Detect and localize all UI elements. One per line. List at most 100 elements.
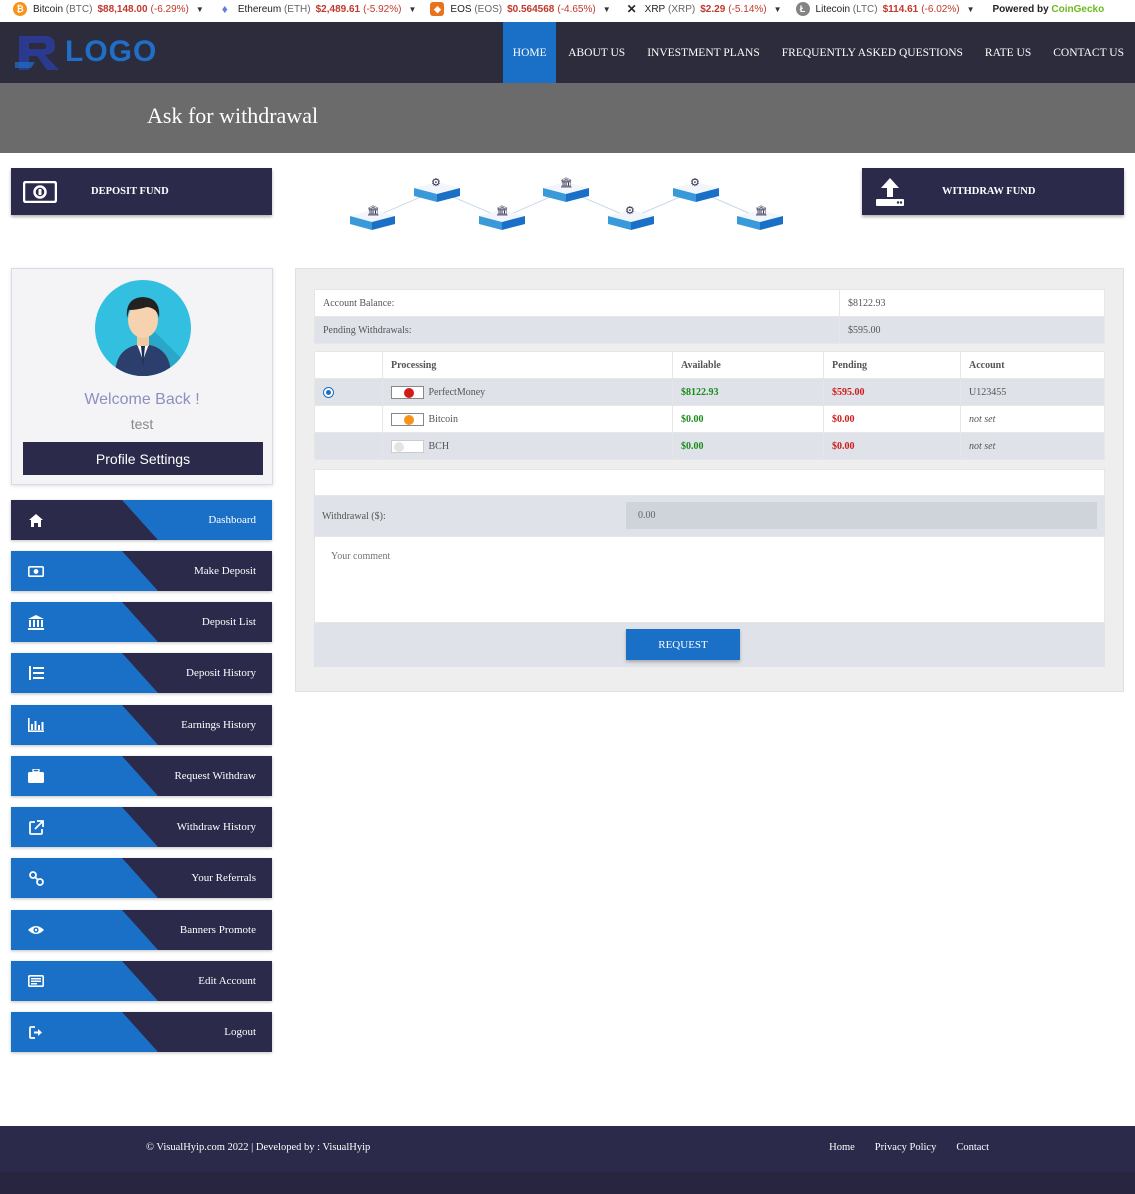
radio-column-header [314, 351, 383, 379]
sign-out-icon [27, 1023, 45, 1041]
footer-link-home[interactable]: Home [829, 1142, 855, 1153]
sidebar-item-label: Make Deposit [193, 565, 256, 577]
ticker-symbol: (ETH) [283, 3, 311, 15]
ticker-change: (-6.02%) [921, 3, 960, 15]
bch-logo-icon [391, 439, 424, 453]
svg-text:⚙: ⚙ [625, 204, 635, 217]
ticker-price: $88,148.00 [97, 3, 148, 15]
site-logo[interactable]: LOGO [15, 32, 157, 72]
coingecko-link[interactable]: CoinGecko [1051, 4, 1104, 15]
nav-investment-plans[interactable]: INVESTMENT PLANS [636, 22, 771, 83]
xrp-icon: ✕ [624, 2, 639, 16]
caret-down-icon: ▼ [408, 4, 417, 14]
sidebar-item-earnings-history[interactable]: Earnings History [11, 705, 272, 745]
top-navbar: LOGO HOME ABOUT US INVESTMENT PLANS FREQ… [0, 22, 1135, 83]
ticker-change: (-4.65%) [557, 3, 596, 15]
footer-link-privacy-policy[interactable]: Privacy Policy [875, 1142, 937, 1153]
sidebar-item-withdraw-history[interactable]: Withdraw History [11, 807, 272, 847]
powered-by[interactable]: Powered by CoinGecko [993, 4, 1105, 15]
processor-radio-selected[interactable] [323, 386, 334, 398]
litecoin-icon: Ł [795, 2, 810, 16]
ticker-item-eth[interactable]: ♦ Ethereum (ETH) $2,489.61 (-5.92%) ▼ [217, 2, 417, 16]
ticker-name: Ethereum [237, 3, 282, 15]
sidebar-item-label: Logout [224, 1026, 256, 1038]
upload-icon [876, 178, 904, 206]
table-row: Account Balance: $8122.93 [314, 289, 1105, 317]
processor-name: BCH [428, 440, 450, 452]
account-balance-value: $8122.93 [839, 289, 1105, 317]
welcome-text: Welcome Back ! [84, 391, 200, 408]
footer-link-contact[interactable]: Contact [956, 1142, 989, 1153]
briefcase-icon [27, 767, 45, 785]
pending-withdrawals-value: $595.00 [839, 316, 1105, 344]
withdrawal-amount-row: Withdrawal ($): [314, 496, 1105, 536]
nav-home[interactable]: HOME [503, 22, 557, 83]
comment-textarea[interactable] [314, 536, 1105, 623]
home-icon [27, 511, 45, 529]
deposit-fund-button[interactable]: DEPOSIT FUND [11, 168, 272, 215]
processor-cell: BCH [382, 432, 673, 460]
username: test [130, 416, 154, 432]
nav-faq[interactable]: FREQUENTLY ASKED QUESTIONS [771, 22, 974, 83]
ticker-item-eos[interactable]: ◆ EOS (EOS) $0.564568 (-4.65%) ▼ [430, 2, 611, 16]
perfectmoney-logo-icon [391, 385, 424, 399]
sidebar-item-label: Dashboard [208, 514, 256, 526]
withdraw-panel: Account Balance: $8122.93 Pending Withdr… [295, 268, 1124, 692]
sidebar-item-logout[interactable]: Logout [11, 1012, 272, 1052]
nav-rate-us[interactable]: RATE US [974, 22, 1042, 83]
sidebar-item-make-deposit[interactable]: Make Deposit [11, 551, 272, 591]
withdraw-fund-label: WITHDRAW FUND [942, 186, 1036, 197]
logo-text: LOGO [65, 35, 158, 68]
page-title: Ask for withdrawal [147, 103, 319, 128]
sidebar-item-label: Deposit List [201, 616, 256, 628]
svg-text:🏛: 🏛 [496, 205, 509, 217]
ticker-item-ltc[interactable]: Ł Litecoin (LTC) $114.61 (-6.02%) ▼ [795, 2, 975, 16]
radio-cell [314, 378, 383, 406]
withdrawal-amount-input[interactable] [626, 502, 1097, 529]
footer-copyright: © VisualHyip.com 2022 | Developed by : V… [146, 1142, 371, 1153]
ticker-symbol: (BTC) [65, 3, 93, 15]
sidebar-item-dashboard[interactable]: Dashboard [11, 500, 272, 540]
sidebar-item-deposit-history[interactable]: Deposit History [11, 653, 272, 693]
bank-icon [27, 613, 45, 631]
avatar [95, 280, 191, 376]
pending-value: $0.00 [823, 405, 961, 433]
profile-settings-button[interactable]: Profile Settings [23, 442, 263, 475]
pending-withdrawals-label: Pending Withdrawals: [314, 316, 840, 344]
column-header-account: Account [960, 351, 1105, 379]
ethereum-icon: ♦ [217, 2, 232, 16]
request-button[interactable]: REQUEST [626, 629, 740, 660]
ticker-item-xrp[interactable]: ✕ XRP (XRP) $2.29 (-5.14%) ▼ [624, 2, 782, 16]
eos-icon: ◆ [430, 2, 445, 16]
blockchain-illustration-icon: 🏛 ⚙ 🏛 🏛 ⚙ ⚙ 🏛 [350, 176, 783, 230]
footer-bottom-bar [0, 1172, 1135, 1194]
processor-cell: PerfectMoney [382, 378, 673, 406]
sidebar-item-request-withdraw[interactable]: Request Withdraw [11, 756, 272, 796]
bitcoin-icon: ₿ [13, 2, 27, 16]
nav-contact-us[interactable]: CONTACT US [1042, 22, 1135, 83]
account-value: not set [960, 432, 1105, 460]
ticker-price: $2,489.61 [315, 3, 361, 15]
table-row: BCH $0.00 $0.00 not set [314, 432, 1105, 460]
table-header-row: Processing Available Pending Account [314, 351, 1105, 379]
pending-value: $595.00 [823, 378, 961, 406]
pending-value: $0.00 [823, 432, 961, 460]
sidebar-item-your-referrals[interactable]: Your Referrals [11, 858, 272, 898]
caret-down-icon: ▼ [966, 4, 975, 14]
balance-table: Account Balance: $8122.93 Pending Withdr… [314, 289, 1105, 344]
ticker-symbol: (XRP) [668, 3, 696, 15]
bar-chart-icon [27, 716, 45, 734]
ticker-item-btc[interactable]: ₿ Bitcoin (BTC) $88,148.00 (-6.29%) ▼ [13, 2, 204, 16]
table-row: Pending Withdrawals: $595.00 [314, 316, 1105, 344]
nav-about-us[interactable]: ABOUT US [557, 22, 636, 83]
powered-by-label: Powered by [992, 3, 1049, 15]
table-row[interactable]: PerfectMoney $8122.93 $595.00 U123455 [314, 378, 1105, 406]
sidebar-item-label: Banners Promote [179, 924, 256, 936]
sidebar-item-edit-account[interactable]: Edit Account [11, 961, 272, 1001]
sidebar-item-banners-promote[interactable]: Banners Promote [11, 910, 272, 950]
caret-down-icon: ▼ [773, 4, 782, 14]
ticker-price: $0.564568 [507, 3, 555, 15]
main-menu: HOME ABOUT US INVESTMENT PLANS FREQUENTL… [503, 22, 1135, 83]
sidebar-item-deposit-list[interactable]: Deposit List [11, 602, 272, 642]
withdraw-fund-button[interactable]: WITHDRAW FUND [862, 168, 1124, 215]
